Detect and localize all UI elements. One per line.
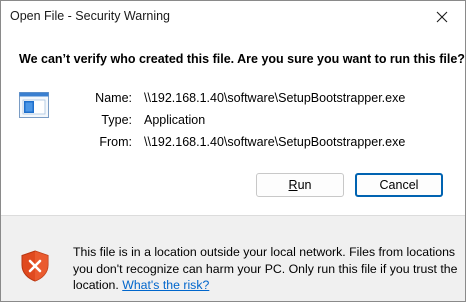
footer-message: This file is in a location outside your …	[73, 244, 458, 294]
whats-the-risk-link[interactable]: What's the risk?	[122, 278, 209, 292]
close-button[interactable]	[419, 1, 465, 33]
run-button-label: Run	[288, 178, 312, 192]
warning-footer: This file is in a location outside your …	[1, 216, 465, 301]
type-label: Type:	[101, 113, 132, 127]
dialog-body: We can’t verify who created this file. A…	[1, 33, 465, 215]
from-label: From:	[99, 135, 132, 149]
shield-warning-icon	[21, 250, 49, 282]
security-warning-dialog: Open File - Security Warning We can’t ve…	[0, 0, 466, 302]
cancel-button[interactable]: Cancel	[355, 173, 443, 197]
cancel-button-label: Cancel	[379, 178, 419, 192]
from-value: \\192.168.1.40\software\SetupBootstrappe…	[144, 135, 406, 149]
application-file-icon	[19, 92, 49, 118]
close-icon	[436, 11, 448, 23]
title-bar: Open File - Security Warning	[1, 1, 465, 33]
run-button[interactable]: Run	[256, 173, 344, 197]
type-value: Application	[144, 113, 206, 127]
window-title: Open File - Security Warning	[10, 9, 171, 23]
name-label: Name:	[95, 91, 132, 105]
name-value: \\192.168.1.40\software\SetupBootstrappe…	[144, 91, 406, 105]
warning-question: We can’t verify who created this file. A…	[19, 52, 465, 66]
